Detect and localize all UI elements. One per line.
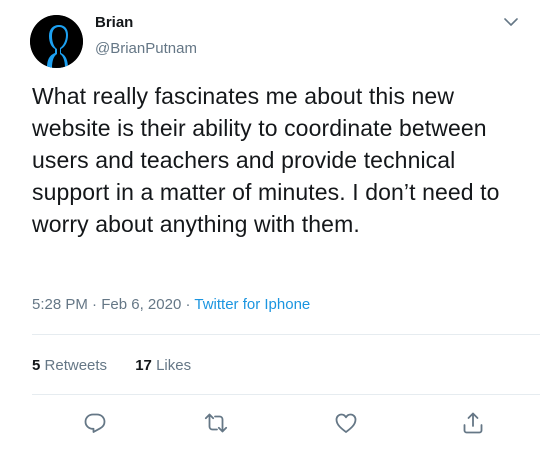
retweets-stat[interactable]: 5 Retweets: [32, 357, 107, 374]
tweet-date[interactable]: Feb 6, 2020: [101, 296, 181, 313]
retweets-count: 5: [32, 357, 41, 374]
likes-stat[interactable]: 17 Likes: [135, 357, 191, 374]
tweet-metadata: 5:28 PM · Feb 6, 2020 · Twitter for Ipho…: [32, 296, 310, 313]
likes-label: Likes: [156, 357, 192, 374]
tweet-actions: [0, 404, 540, 444]
user-name[interactable]: Brian: [95, 14, 133, 31]
likes-count: 17: [135, 357, 152, 374]
meta-separator: ·: [185, 296, 191, 313]
tweet-text: What really fascinates me about this new…: [32, 83, 500, 237]
avatar[interactable]: [30, 15, 83, 68]
tweet-time[interactable]: 5:28 PM: [32, 296, 88, 313]
user-handle[interactable]: @BrianPutnam: [95, 40, 197, 57]
meta-separator: ·: [92, 296, 98, 313]
chevron-down-icon[interactable]: [500, 11, 522, 33]
share-icon[interactable]: [460, 410, 486, 436]
tweet-header: Brian @BrianPutnam: [30, 11, 530, 71]
divider: [32, 334, 540, 335]
heart-icon[interactable]: [333, 410, 359, 436]
divider: [32, 394, 540, 395]
retweet-icon[interactable]: [203, 410, 229, 436]
reply-icon[interactable]: [82, 410, 108, 436]
tweet-source-link[interactable]: Twitter for Iphone: [194, 296, 310, 313]
retweets-label: Retweets: [44, 357, 108, 374]
tweet-stats: 5 Retweets 17 Likes: [32, 357, 191, 374]
tweet-card: Brian @BrianPutnam What really fascinate…: [0, 0, 540, 452]
user-silhouette-icon: [30, 15, 83, 68]
